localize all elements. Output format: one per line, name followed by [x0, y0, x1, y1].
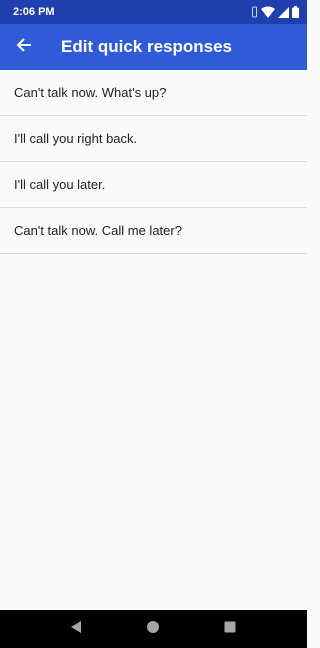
status-icons [248, 5, 299, 19]
quick-responses-list: Can't talk now. What's up? I'll call you… [0, 70, 307, 254]
status-bar: 2:06 PM [0, 0, 307, 24]
nav-back-button[interactable] [66, 619, 86, 639]
signal-icon [275, 6, 289, 18]
nav-home-button[interactable] [143, 619, 163, 639]
quick-response-item[interactable]: I'll call you later. [0, 162, 307, 208]
navigation-bar [0, 610, 307, 648]
back-button[interactable] [9, 32, 39, 62]
arrow-back-icon [16, 37, 32, 58]
page-title: Edit quick responses [61, 37, 232, 56]
recents-square-icon [223, 620, 237, 639]
quick-response-item[interactable]: I'll call you right back. [0, 116, 307, 162]
back-triangle-icon [69, 620, 83, 639]
quick-response-item[interactable]: Can't talk now. Call me later? [0, 208, 307, 254]
nav-recents-button[interactable] [220, 619, 240, 639]
vibrate-icon [248, 6, 258, 18]
quick-response-item[interactable]: Can't talk now. What's up? [0, 70, 307, 116]
status-time: 2:06 PM [13, 6, 55, 18]
battery-icon [289, 6, 299, 18]
wifi-icon [258, 6, 275, 18]
app-bar: Edit quick responses [0, 24, 307, 70]
home-circle-icon [146, 620, 160, 639]
